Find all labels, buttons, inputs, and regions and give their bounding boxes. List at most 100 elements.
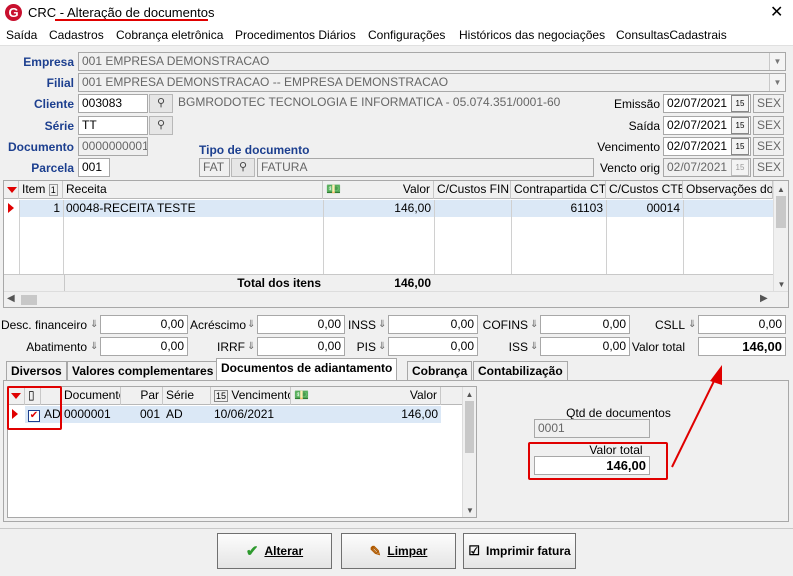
cofins-label: COFINS: [482, 318, 528, 332]
cliente-name: BGMRODOTEC TECNOLOGIA E INFORMATICA - 05…: [178, 95, 561, 109]
arrow-down-icon: ⇓: [378, 341, 387, 352]
header-par[interactable]: Par: [121, 387, 163, 405]
close-icon[interactable]: ✕: [770, 2, 783, 22]
arrow-down-icon: ⇓: [688, 319, 697, 330]
parcela-input[interactable]: 001: [78, 158, 110, 177]
filial-select[interactable]: 001 EMPRESA DEMONSTRACAO -- EMPRESA DEMO…: [78, 73, 786, 92]
arrow-down-icon: ⇓: [247, 341, 256, 352]
saida-label: Saída: [628, 119, 660, 133]
row-cc-ctb: 00014: [646, 201, 680, 215]
pis-label: PIS: [356, 340, 376, 354]
arrow-down-icon: ⇓: [530, 319, 539, 330]
vencimento-day: SEX: [753, 137, 784, 156]
vencto-orig-label: Vencto orig: [599, 161, 660, 175]
arrow-down-icon: ⇓: [247, 319, 256, 330]
adiant-grid-header: ▯ Documento Par Série 15 Vencimento 💵 Val…: [8, 387, 462, 405]
chevron-down-icon[interactable]: ▼: [769, 53, 785, 70]
empresa-label: Empresa: [23, 55, 74, 69]
app-logo-icon: G: [5, 4, 22, 21]
tab-valores-complementares[interactable]: Valores complementares: [67, 361, 219, 380]
table-row[interactable]: 1 00048-RECEITA TESTE 146,00 61103 00014: [19, 200, 773, 217]
header-cc-ctb[interactable]: C/Custos CTB: [606, 181, 683, 199]
menu-cadastros[interactable]: Cadastros: [49, 28, 104, 42]
emissao-label: Emissão: [613, 97, 660, 111]
menu-procedimentos[interactable]: Procedimentos Diários: [235, 28, 356, 42]
alterar-button[interactable]: ✔ Alterar: [217, 533, 332, 569]
header-valor[interactable]: 💵 Valor: [323, 181, 434, 199]
tipo-documento-code[interactable]: FAT: [199, 158, 230, 177]
menu-historicos[interactable]: Históricos das negociações: [459, 28, 605, 42]
binoculars-icon[interactable]: ⚲: [149, 94, 173, 113]
header-serie[interactable]: Série: [163, 387, 211, 405]
binoculars-icon[interactable]: ⚲: [231, 158, 255, 177]
desc-financeiro-label: Desc. financeiro: [0, 318, 87, 332]
tab-diversos[interactable]: Diversos: [6, 361, 67, 380]
menu-saida[interactable]: Saída: [6, 28, 37, 42]
tab-documentos-adiantamento[interactable]: Documentos de adiantamento: [216, 358, 398, 380]
adiantamento-grid: ▯ Documento Par Série 15 Vencimento 💵 Val…: [7, 386, 477, 518]
vencimento-label: Vencimento: [597, 140, 660, 154]
items-grid: Item 1 Receita 💵 Valor C/Custos FIN Contr…: [3, 180, 789, 308]
highlight-checkbox-box: [7, 386, 62, 430]
csll-input[interactable]: 0,00: [698, 315, 786, 334]
menu-configuracoes[interactable]: Configurações: [368, 28, 445, 42]
header-obs[interactable]: Observações do ite: [683, 181, 773, 199]
iss-input[interactable]: 0,00: [540, 337, 630, 356]
serie-input[interactable]: TT: [78, 116, 148, 135]
header-receita[interactable]: Receita: [63, 181, 323, 199]
annotation-arrow-icon: [671, 365, 722, 468]
imprimir-fatura-button[interactable]: ☑ Imprimir fatura: [463, 533, 576, 569]
abatimento-input[interactable]: 0,00: [100, 337, 188, 356]
iss-label: ISS: [508, 340, 528, 354]
saida-day: SEX: [753, 116, 784, 135]
header-valor[interactable]: 💵 Valor: [291, 387, 441, 405]
csll-label: CSLL: [654, 318, 685, 332]
eraser-icon: ✎: [369, 542, 382, 559]
check-icon: ✔: [245, 543, 259, 560]
calendar-icon: 15: [214, 390, 229, 402]
valor-total-field: 146,00: [698, 337, 786, 356]
tab-cobranca[interactable]: Cobrança: [407, 361, 473, 380]
inss-input[interactable]: 0,00: [388, 315, 478, 334]
header-cc-fin[interactable]: C/Custos FIN: [434, 181, 511, 199]
serie-label: Série: [44, 119, 74, 133]
calendar-icon[interactable]: 15: [731, 138, 749, 155]
horizontal-scrollbar[interactable]: ◀ ▶: [4, 291, 788, 307]
row-vencimento: 10/06/2021: [214, 407, 275, 421]
money-icon: 💵: [294, 388, 309, 402]
title-underline: [55, 19, 208, 21]
desc-financeiro-input[interactable]: 0,00: [100, 315, 188, 334]
chevron-down-icon[interactable]: ▼: [769, 74, 785, 91]
row-contrapartida: 61103: [570, 201, 603, 215]
cofins-input[interactable]: 0,00: [540, 315, 630, 334]
header-documento[interactable]: Documento: [61, 387, 121, 405]
calendar-icon[interactable]: 15: [731, 95, 749, 112]
valor-total-label: Valor total: [631, 340, 685, 354]
row-valor: 146,00: [394, 201, 431, 215]
row-cc-fin: [434, 200, 511, 217]
irrf-input[interactable]: 0,00: [257, 337, 345, 356]
arrow-down-icon: ⇓: [530, 341, 539, 352]
header-item[interactable]: Item 1: [19, 181, 63, 199]
binoculars-icon[interactable]: ⚲: [149, 116, 173, 135]
vertical-scrollbar[interactable]: ▲ ▼: [773, 181, 788, 291]
table-row[interactable]: ✔ AD 0000001 001 AD 10/06/2021 146,00: [25, 406, 441, 423]
vertical-scrollbar[interactable]: ▲ ▼: [462, 387, 476, 517]
menu-cobranca[interactable]: Cobrança eletrônica: [116, 28, 223, 42]
documento-input[interactable]: 0000000001: [78, 137, 148, 156]
calendar-icon[interactable]: 15: [731, 117, 749, 134]
pis-input[interactable]: 0,00: [388, 337, 478, 356]
tab-contabilizacao[interactable]: Contabilização: [473, 361, 568, 380]
header-contrapartida[interactable]: Contrapartida CTB: [511, 181, 606, 199]
checkbox-icon: ☑: [468, 543, 480, 558]
header-vencimento[interactable]: 15 Vencimento: [211, 387, 291, 405]
empresa-select[interactable]: 001 EMPRESA DEMONSTRACAO: [78, 52, 786, 71]
acrescimo-input[interactable]: 0,00: [257, 315, 345, 334]
row-receita: 00048-RECEITA TESTE: [66, 201, 196, 215]
cliente-code-input[interactable]: 003083: [78, 94, 148, 113]
divider: [0, 528, 793, 529]
menu-consultas[interactable]: ConsultasCadastrais: [616, 28, 727, 42]
highlight-valor-box: [528, 442, 668, 480]
limpar-button[interactable]: ✎ Limpar: [341, 533, 456, 569]
tipo-documento-name: FATURA: [257, 158, 594, 177]
